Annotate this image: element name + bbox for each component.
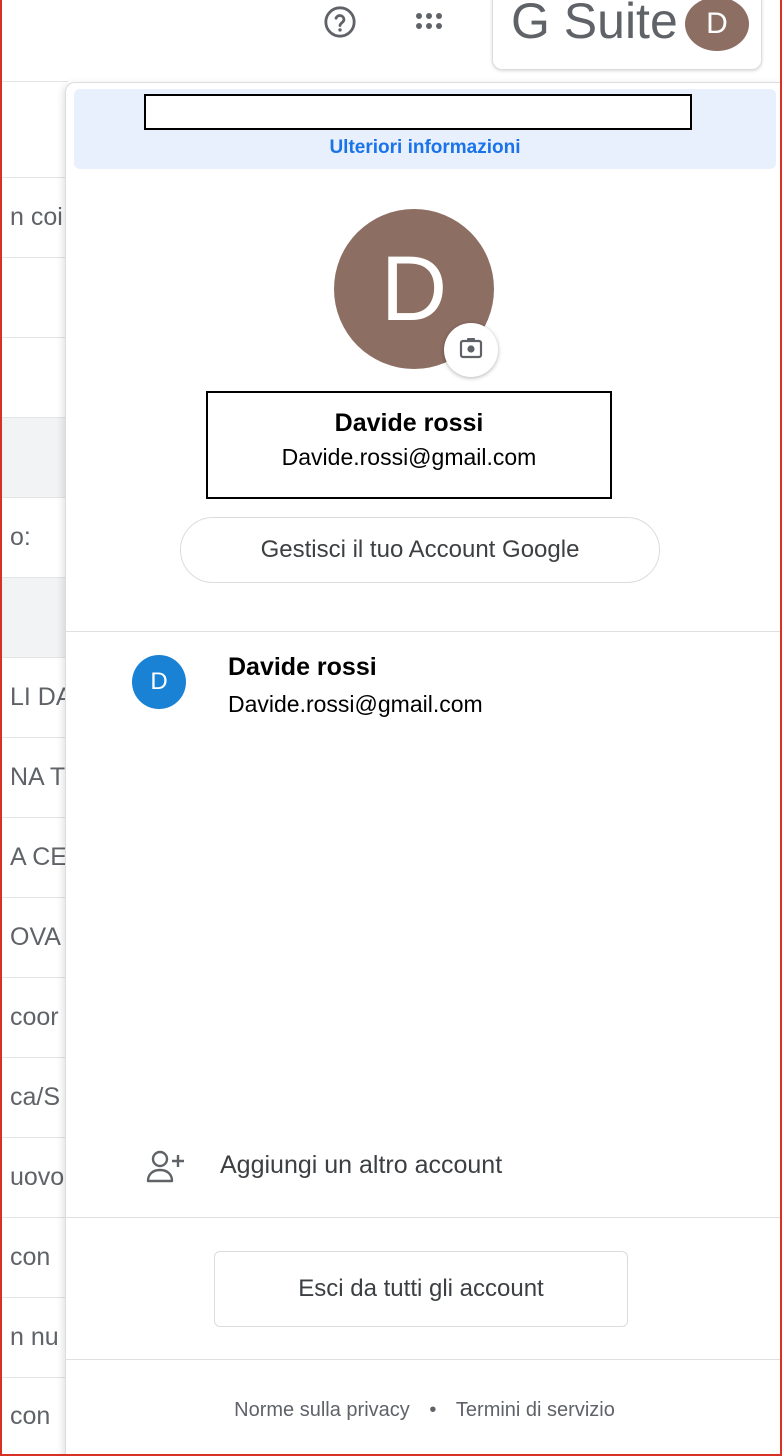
- privacy-link[interactable]: Norme sulla privacy: [234, 1399, 410, 1422]
- info-banner: Ulteriori informazioni: [74, 89, 776, 169]
- add-account-label: Aggiungi un altro account: [220, 1151, 503, 1179]
- more-info-link[interactable]: Ulteriori informazioni: [74, 137, 776, 159]
- profile-identity: Davide rossi Davide.rossi@gmail.com: [206, 391, 612, 499]
- add-account-row[interactable]: Aggiungi un altro account: [66, 1133, 782, 1203]
- background-row: LI DA: [0, 658, 68, 738]
- account-email: Davide.rossi@gmail.com: [228, 691, 483, 717]
- redacted-box: [144, 94, 692, 130]
- divider: [66, 1359, 782, 1360]
- gsuite-account-button[interactable]: G Suite D: [492, 0, 762, 70]
- background-row: n coi: [0, 178, 68, 258]
- background-row: coor: [0, 978, 68, 1058]
- person-add-icon: [146, 1149, 186, 1185]
- profile-name: Davide rossi: [334, 409, 484, 437]
- header-avatar: D: [685, 0, 749, 51]
- apps-grid-icon[interactable]: [404, 0, 454, 44]
- background-row: ca/S: [0, 1058, 68, 1138]
- background-row: [0, 578, 68, 658]
- background-row: o:: [0, 498, 68, 578]
- background-row: con: [0, 1218, 68, 1298]
- background-row: [0, 338, 68, 418]
- manage-account-button[interactable]: Gestisci il tuo Account Google: [180, 517, 660, 583]
- popup-footer: Norme sulla privacy • Termini di servizi…: [66, 1399, 782, 1422]
- divider: [66, 631, 782, 632]
- background-row: [0, 258, 68, 338]
- background-row: n nu: [0, 1298, 68, 1378]
- background-page: n coi o: LI DA NA TO A CE OVA coor ca/S …: [0, 0, 68, 1456]
- background-row: OVA: [0, 898, 68, 978]
- footer-separator: •: [429, 1399, 437, 1421]
- help-circle-icon[interactable]: [318, 0, 362, 44]
- account-avatar: D: [132, 655, 186, 709]
- account-list-item[interactable]: D Davide rossi Davide.rossi@gmail.com: [66, 645, 782, 755]
- divider: [66, 1217, 782, 1218]
- background-row: NA TO: [0, 738, 68, 818]
- account-name: Davide rossi: [228, 653, 377, 681]
- gsuite-logo-text: G Suite: [511, 0, 678, 49]
- profile-email: Davide.rossi@gmail.com: [281, 444, 537, 470]
- background-row: uovo: [0, 1138, 68, 1218]
- background-row: con: [0, 1378, 68, 1456]
- background-row: [0, 418, 68, 498]
- sign-out-all-button[interactable]: Esci da tutti gli account: [214, 1251, 628, 1327]
- camera-icon: [459, 337, 483, 364]
- change-photo-button[interactable]: [444, 323, 498, 377]
- account-popup: Ulteriori informazioni D Davide rossi Da…: [65, 82, 782, 1456]
- terms-link[interactable]: Termini di servizio: [456, 1399, 615, 1422]
- background-row: A CE: [0, 818, 68, 898]
- background-row: [0, 82, 68, 178]
- background-row: [0, 0, 68, 82]
